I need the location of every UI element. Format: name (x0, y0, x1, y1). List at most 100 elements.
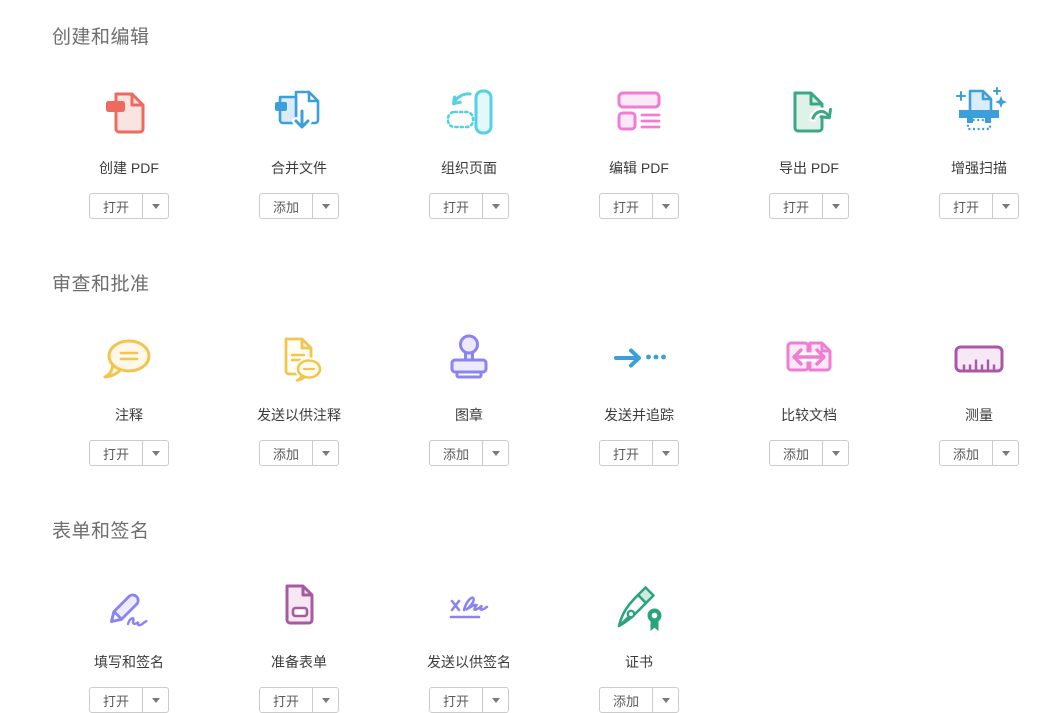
dropdown-toggle[interactable] (483, 194, 508, 218)
tool-split-button[interactable]: 打开 (89, 687, 169, 713)
open-button[interactable]: 打开 (260, 688, 313, 712)
open-button[interactable]: 打开 (770, 194, 823, 218)
open-button[interactable]: 打开 (430, 194, 483, 218)
tools-grid: 填写和签名 打开 准备表单 打开 (44, 578, 1040, 713)
open-button[interactable]: 打开 (90, 688, 143, 712)
chevron-down-icon (832, 204, 840, 209)
tool-card-export-pdf: 导出 PDF 打开 (724, 84, 894, 219)
tool-split-button[interactable]: 打开 (769, 193, 849, 219)
tool-label: 导出 PDF (779, 160, 839, 177)
tool-card-prepare-form: 准备表单 打开 (214, 578, 384, 713)
tool-split-button[interactable]: 打开 (89, 440, 169, 466)
chevron-down-icon (662, 451, 670, 456)
open-button[interactable]: 打开 (430, 688, 483, 712)
tool-card-send-for-signature: 发送以供签名 打开 (384, 578, 554, 713)
tool-split-button[interactable]: 添加 (259, 440, 339, 466)
tool-label: 组织页面 (441, 160, 497, 177)
open-button[interactable]: 打开 (90, 441, 143, 465)
open-button[interactable]: 打开 (90, 194, 143, 218)
tool-split-button[interactable]: 打开 (429, 687, 509, 713)
section-title: 审查和批准 (52, 272, 1040, 298)
dropdown-toggle[interactable] (313, 441, 338, 465)
dropdown-toggle[interactable] (993, 194, 1018, 218)
tool-split-button[interactable]: 打开 (599, 440, 679, 466)
tool-label: 图章 (455, 407, 483, 424)
chevron-down-icon (662, 204, 670, 209)
tool-split-button[interactable]: 打开 (89, 193, 169, 219)
section-create-edit: 创建和编辑 创建 PDF 打开 (0, 25, 1040, 219)
add-button[interactable]: 添加 (600, 688, 653, 712)
add-button[interactable]: 添加 (260, 441, 313, 465)
tool-split-button[interactable]: 打开 (939, 193, 1019, 219)
chevron-down-icon (1002, 204, 1010, 209)
create-pdf-icon (101, 84, 157, 140)
send-for-comments-icon (271, 331, 327, 387)
section-review-approve: 审查和批准 注释 打开 (0, 272, 1040, 466)
tool-card-compare-files: 比较文档 添加 (724, 331, 894, 466)
tool-split-button[interactable]: 添加 (939, 440, 1019, 466)
add-button[interactable]: 添加 (770, 441, 823, 465)
open-button[interactable]: 打开 (940, 194, 993, 218)
organize-pages-icon (441, 84, 497, 140)
tool-label: 填写和签名 (94, 654, 164, 671)
tool-card-enhance-scans: 增强扫描 打开 (894, 84, 1040, 219)
dropdown-toggle[interactable] (653, 194, 678, 218)
chevron-down-icon (832, 451, 840, 456)
tool-split-button[interactable]: 打开 (259, 687, 339, 713)
tool-card-certificates: 证书 添加 (554, 578, 724, 713)
tool-card-edit-pdf: 编辑 PDF 打开 (554, 84, 724, 219)
chevron-down-icon (322, 204, 330, 209)
chevron-down-icon (152, 451, 160, 456)
dropdown-toggle[interactable] (313, 194, 338, 218)
tool-split-button[interactable]: 打开 (429, 193, 509, 219)
tool-split-button[interactable]: 添加 (769, 440, 849, 466)
tool-split-button[interactable]: 打开 (599, 193, 679, 219)
fill-and-sign-icon (101, 578, 157, 634)
tool-card-fill-and-sign: 填写和签名 打开 (44, 578, 214, 713)
tool-label: 证书 (625, 654, 653, 671)
add-button[interactable]: 添加 (260, 194, 313, 218)
dropdown-toggle[interactable] (143, 194, 168, 218)
chevron-down-icon (322, 698, 330, 703)
tool-label: 比较文档 (781, 407, 837, 424)
open-button[interactable]: 打开 (600, 194, 653, 218)
tool-label: 测量 (965, 407, 993, 424)
tool-card-measure: 测量 添加 (894, 331, 1040, 466)
dropdown-toggle[interactable] (483, 688, 508, 712)
chevron-down-icon (492, 204, 500, 209)
tool-split-button[interactable]: 添加 (259, 193, 339, 219)
tool-card-comment: 注释 打开 (44, 331, 214, 466)
tool-label: 发送并追踪 (604, 407, 674, 424)
dropdown-toggle[interactable] (653, 688, 678, 712)
tool-split-button[interactable]: 添加 (429, 440, 509, 466)
section-title: 表单和签名 (52, 519, 1040, 545)
tool-label: 注释 (115, 407, 143, 424)
dropdown-toggle[interactable] (143, 688, 168, 712)
chevron-down-icon (152, 698, 160, 703)
tool-label: 发送以供注释 (257, 407, 341, 424)
send-for-signature-icon (441, 578, 497, 634)
chevron-down-icon (1002, 451, 1010, 456)
export-pdf-icon (781, 84, 837, 140)
tool-card-combine-files: 合并文件 添加 (214, 84, 384, 219)
tool-split-button[interactable]: 添加 (599, 687, 679, 713)
dropdown-toggle[interactable] (143, 441, 168, 465)
tool-card-organize-pages: 组织页面 打开 (384, 84, 554, 219)
add-button[interactable]: 添加 (940, 441, 993, 465)
tool-label: 准备表单 (271, 654, 327, 671)
dropdown-toggle[interactable] (823, 194, 848, 218)
dropdown-toggle[interactable] (313, 688, 338, 712)
dropdown-toggle[interactable] (823, 441, 848, 465)
tool-label: 发送以供签名 (427, 654, 511, 671)
add-button[interactable]: 添加 (430, 441, 483, 465)
dropdown-toggle[interactable] (993, 441, 1018, 465)
dropdown-toggle[interactable] (653, 441, 678, 465)
comment-icon (101, 331, 157, 387)
prepare-form-icon (271, 578, 327, 634)
open-button[interactable]: 打开 (600, 441, 653, 465)
tool-card-send-and-track: 发送并追踪 打开 (554, 331, 724, 466)
send-and-track-icon (611, 331, 667, 387)
compare-files-icon (781, 331, 837, 387)
dropdown-toggle[interactable] (483, 441, 508, 465)
edit-pdf-icon (611, 84, 667, 140)
